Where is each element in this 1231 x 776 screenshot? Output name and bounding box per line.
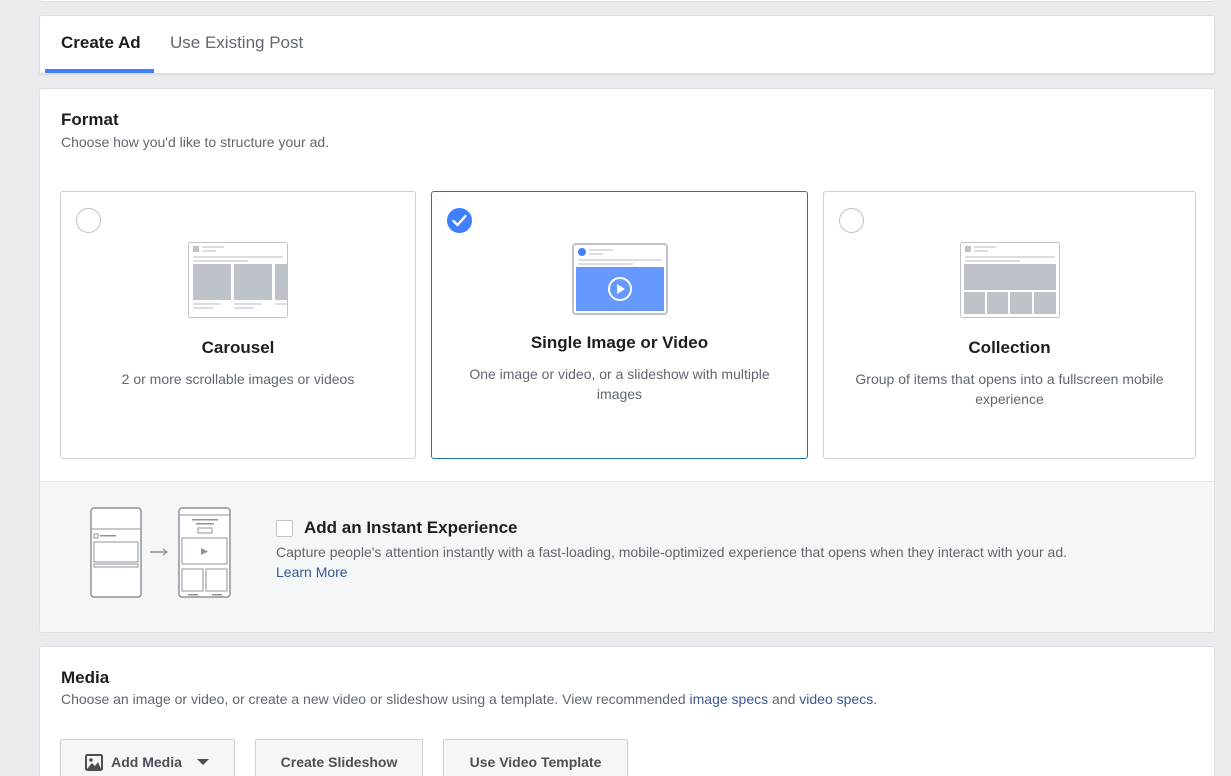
carousel-name: Carousel <box>201 338 275 357</box>
checkmark-icon <box>452 214 467 227</box>
video-specs-link[interactable]: video specs <box>799 691 873 707</box>
media-title: Media <box>61 668 110 687</box>
instant-experience-checkbox[interactable] <box>276 520 293 537</box>
carousel-description: 2 or more scrollable images or videos <box>121 371 355 387</box>
collection-name: Collection <box>968 338 1051 357</box>
media-subtitle-period: . <box>873 691 878 707</box>
ad-source-tabs: Create Ad Use Existing Post <box>39 15 1215 74</box>
instant-experience-title: Add an Instant Experience <box>304 518 518 537</box>
media-section: Media Choose an image or video, or creat… <box>39 646 1215 776</box>
image-icon <box>85 753 104 771</box>
single-image-description: One image or video, or a slideshow with … <box>469 366 770 402</box>
collection-illustration-icon <box>959 242 1060 318</box>
collection-radio[interactable] <box>839 208 864 233</box>
instant-experience-panel: Add an Instant Experience Capture people… <box>40 481 1214 632</box>
media-subtitle: Choose an image or video, or create a ne… <box>61 691 877 707</box>
add-media-button[interactable]: Add Media <box>60 739 235 776</box>
caret-down-icon <box>196 759 209 765</box>
use-video-template-button[interactable]: Use Video Template <box>443 739 628 776</box>
image-specs-link[interactable]: image specs <box>690 691 769 707</box>
media-subtitle-and: and <box>768 691 800 707</box>
collection-description: Group of items that opens into a fullscr… <box>855 371 1164 407</box>
previous-card-edge <box>39 0 1215 2</box>
single-image-radio[interactable] <box>447 208 472 233</box>
carousel-radio[interactable] <box>76 208 101 233</box>
single-image-illustration-icon <box>571 243 668 315</box>
create-slideshow-button[interactable]: Create Slideshow <box>255 739 423 776</box>
learn-more-link[interactable]: Learn More <box>276 564 348 580</box>
tab-use-existing-post[interactable]: Use Existing Post <box>170 33 303 53</box>
format-subtitle: Choose how you'd like to structure your … <box>61 134 330 150</box>
tab-create-ad[interactable]: Create Ad <box>61 33 141 53</box>
format-section: Format Choose how you'd like to structur… <box>39 88 1215 633</box>
instant-experience-illustration-icon <box>90 507 231 598</box>
carousel-illustration-icon <box>188 242 288 318</box>
format-option-collection[interactable]: Collection Group of items that opens int… <box>823 191 1196 459</box>
add-media-label: Add Media <box>111 754 182 770</box>
format-option-carousel[interactable]: Carousel 2 or more scrollable images or … <box>60 191 416 459</box>
format-title: Format <box>61 110 119 129</box>
single-image-name: Single Image or Video <box>530 333 709 352</box>
media-subtitle-text: Choose an image or video, or create a ne… <box>61 691 690 707</box>
active-tab-indicator <box>45 69 154 73</box>
format-option-single-image[interactable]: Single Image or Video One image or video… <box>431 191 808 459</box>
instant-experience-description: Capture people's attention instantly wit… <box>276 544 1068 560</box>
